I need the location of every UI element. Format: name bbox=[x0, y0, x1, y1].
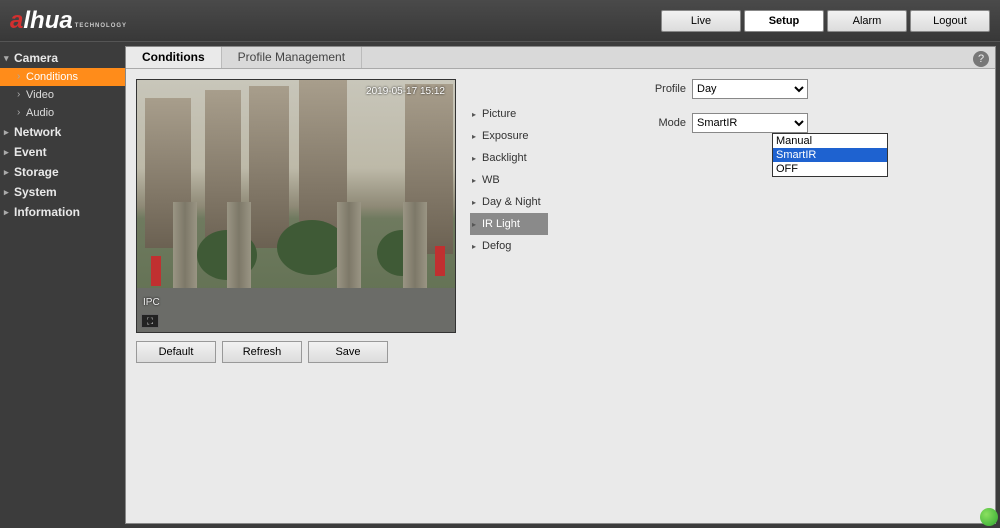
camera-preview: 2019-05-17 15:12 IPC ⛶ bbox=[136, 79, 456, 333]
logout-button[interactable]: Logout bbox=[910, 10, 990, 32]
sidebar-cat-system[interactable]: System bbox=[0, 182, 125, 202]
mode-option-off[interactable]: OFF bbox=[773, 162, 887, 176]
settings-list: Picture Exposure Backlight WB Day & Nigh… bbox=[470, 79, 548, 363]
settings-item-daynight[interactable]: Day & Night bbox=[470, 191, 548, 213]
sidebar: Camera Conditions Video Audio Network Ev… bbox=[0, 42, 125, 528]
settings-item-wb[interactable]: WB bbox=[470, 169, 548, 191]
help-icon[interactable]: ? bbox=[973, 51, 989, 67]
save-button[interactable]: Save bbox=[308, 341, 388, 363]
top-nav: Live Setup Alarm Logout bbox=[661, 10, 990, 32]
mode-dropdown-open: Manual SmartIR OFF bbox=[772, 133, 888, 177]
logo-sub: TECHNOLOGY bbox=[75, 23, 127, 29]
sidebar-item-conditions[interactable]: Conditions bbox=[0, 68, 125, 86]
tab-conditions[interactable]: Conditions bbox=[126, 47, 222, 68]
fullscreen-icon[interactable]: ⛶ bbox=[141, 314, 159, 328]
logo-letter: a bbox=[10, 7, 23, 35]
header: alhua TECHNOLOGY Live Setup Alarm Logout bbox=[0, 0, 1000, 42]
sidebar-item-audio[interactable]: Audio bbox=[0, 104, 125, 122]
sidebar-cat-information[interactable]: Information bbox=[0, 202, 125, 222]
sidebar-cat-network[interactable]: Network bbox=[0, 122, 125, 142]
config-pane: Profile Day Mode SmartIR Manual SmartIR … bbox=[562, 79, 985, 363]
mode-select[interactable]: SmartIR bbox=[692, 113, 808, 133]
settings-item-backlight[interactable]: Backlight bbox=[470, 147, 548, 169]
sidebar-cat-event[interactable]: Event bbox=[0, 142, 125, 162]
default-button[interactable]: Default bbox=[136, 341, 216, 363]
mode-option-manual[interactable]: Manual bbox=[773, 134, 887, 148]
setup-button[interactable]: Setup bbox=[744, 10, 824, 32]
profile-label: Profile bbox=[642, 83, 686, 95]
status-dot-icon bbox=[980, 508, 998, 526]
settings-item-defog[interactable]: Defog bbox=[470, 235, 548, 257]
profile-select[interactable]: Day bbox=[692, 79, 808, 99]
settings-item-picture[interactable]: Picture bbox=[470, 103, 548, 125]
preview-badge: IPC bbox=[143, 297, 160, 308]
main-panel: ? Conditions Profile Management 2019-05-… bbox=[125, 46, 996, 524]
tabs: Conditions Profile Management bbox=[126, 47, 995, 69]
logo-rest: lhua bbox=[23, 7, 72, 35]
mode-option-smartir[interactable]: SmartIR bbox=[773, 148, 887, 162]
brand-logo: alhua TECHNOLOGY bbox=[10, 7, 127, 35]
sidebar-cat-camera[interactable]: Camera bbox=[0, 48, 125, 68]
alarm-button[interactable]: Alarm bbox=[827, 10, 907, 32]
refresh-button[interactable]: Refresh bbox=[222, 341, 302, 363]
live-button[interactable]: Live bbox=[661, 10, 741, 32]
settings-item-exposure[interactable]: Exposure bbox=[470, 125, 548, 147]
tab-profile-management[interactable]: Profile Management bbox=[222, 47, 362, 68]
sidebar-item-video[interactable]: Video bbox=[0, 86, 125, 104]
preview-area: 2019-05-17 15:12 IPC ⛶ Default Refresh S… bbox=[136, 79, 456, 363]
sidebar-cat-storage[interactable]: Storage bbox=[0, 162, 125, 182]
settings-item-irlight[interactable]: IR Light bbox=[470, 213, 548, 235]
mode-label: Mode bbox=[642, 117, 686, 129]
preview-timestamp: 2019-05-17 15:12 bbox=[366, 86, 445, 97]
